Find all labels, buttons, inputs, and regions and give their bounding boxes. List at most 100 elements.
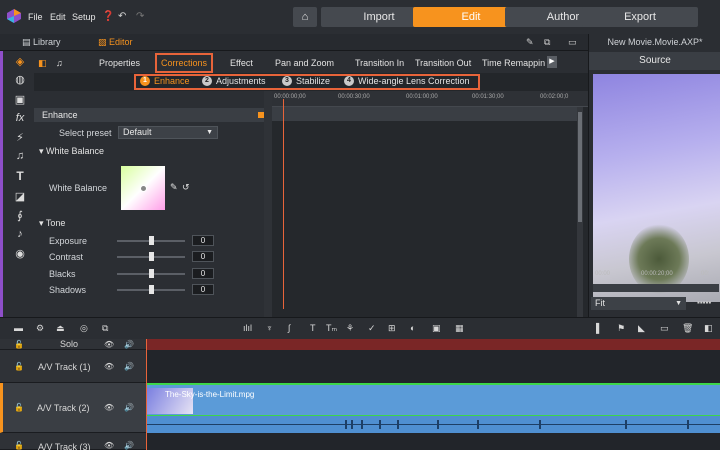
audio-icon[interactable]: ♫ (13, 150, 27, 162)
voiceover-icon[interactable]: ✓ (368, 323, 376, 334)
reset-icon[interactable]: ↺ (182, 182, 190, 193)
arrange-icon[interactable]: ⏏ (56, 323, 65, 334)
shadows-slider[interactable] (117, 285, 185, 294)
menu-edit[interactable]: Edit (50, 12, 66, 22)
speaker-icon[interactable]: 🔊 (124, 403, 134, 412)
pin-icon[interactable]: ✎ (526, 37, 534, 48)
knife-icon[interactable]: ◣ (638, 323, 645, 334)
montage-icon[interactable]: ▣ (13, 93, 27, 106)
editor-tab[interactable]: ▨ Editor (98, 37, 133, 48)
keyframe-playhead[interactable] (283, 99, 284, 309)
timeline-playhead[interactable] (146, 339, 147, 450)
title-icon[interactable]: T (13, 169, 27, 183)
visibility-icon[interactable]: 👁 (104, 403, 114, 412)
lock-icon[interactable]: 🔓 (14, 340, 24, 349)
video-preview[interactable] (593, 74, 720, 302)
audio-mixer-icon[interactable]: ılıl (243, 323, 252, 333)
audio-effects-icon[interactable]: ∮ (13, 209, 27, 222)
shapes-icon[interactable]: ◪ (13, 190, 27, 203)
razor-icon[interactable]: ▌ (596, 323, 602, 333)
panel-scrollbar[interactable] (264, 91, 272, 317)
title-icon[interactable]: T (310, 323, 316, 333)
menu-setup[interactable]: Setup (72, 12, 96, 22)
media-icon[interactable]: ◈ (13, 55, 27, 68)
visibility-icon[interactable]: 👁 (104, 340, 114, 349)
subtab-stabilize[interactable]: 3 Stabilize (282, 76, 330, 86)
delete-icon[interactable]: 🗑 (682, 323, 693, 334)
grid-icon[interactable]: ⊞ (388, 323, 396, 334)
track-layout-icon[interactable]: ▬ (14, 323, 23, 333)
home-button[interactable]: ⌂ (293, 7, 317, 27)
subtab-adjustments[interactable]: 2 Adjustments (202, 76, 266, 86)
scroll-thumb[interactable] (578, 112, 582, 222)
clip-video-icon[interactable]: ◧ (38, 58, 47, 69)
exposure-slider[interactable] (117, 236, 185, 245)
snap-icon[interactable]: ◎ (80, 323, 88, 334)
blacks-slider[interactable] (117, 269, 185, 278)
tab-properties[interactable]: Properties (99, 58, 140, 68)
tab-transition-out[interactable]: Transition Out (415, 58, 471, 68)
undo-icon[interactable]: ↶ (118, 11, 126, 22)
music-icon[interactable]: ♪ (13, 228, 27, 240)
tab-time-remapping[interactable]: Time Remappin (482, 58, 545, 68)
tab-transition-in[interactable]: Transition In (355, 58, 404, 68)
flag-icon[interactable]: ⚑ (617, 323, 625, 334)
sound-icon[interactable]: ◉ (13, 247, 27, 260)
visibility-icon[interactable]: 👁 (104, 441, 114, 450)
preset-select[interactable]: Default ▼ (118, 126, 218, 139)
library-tab[interactable]: ▤ Library (22, 37, 61, 48)
transitions-icon[interactable]: ⚡ (13, 131, 27, 144)
keyframe-scrollbar[interactable] (577, 107, 583, 317)
lock-icon[interactable]: 🔓 (14, 403, 24, 412)
white-balance-section[interactable]: ▾ White Balance (39, 146, 104, 157)
exposure-slider-knob[interactable] (149, 236, 154, 245)
tab-pan-and-zoom[interactable]: Pan and Zoom (275, 58, 334, 68)
white-balance-picker[interactable] (121, 166, 165, 210)
tab-corrections[interactable]: Corrections (155, 53, 214, 73)
ripple-icon[interactable]: ▭ (660, 323, 669, 334)
tone-section[interactable]: ▾ Tone (39, 218, 65, 229)
solo-track-bar[interactable] (146, 339, 720, 350)
title-motion-icon[interactable]: Tₘ (326, 323, 337, 334)
scrubber-bar[interactable] (593, 284, 719, 292)
effects-icon[interactable]: fx (13, 112, 27, 124)
menu-file[interactable]: File (28, 12, 43, 22)
blacks-slider-knob[interactable] (149, 269, 154, 278)
projects-icon[interactable]: ◍ (13, 73, 27, 86)
subtab-wide-angle[interactable]: 4 Wide-angle Lens Correction (344, 76, 470, 86)
clip-audio-icon[interactable]: ♫ (56, 58, 63, 68)
lock-icon[interactable]: 🔓 (14, 441, 24, 450)
volume-dots-icon[interactable]: ▪▪▪▪▪ (697, 298, 711, 307)
keyframe-ruler[interactable]: 00:00:00;00 00:00:30;00 00:01:00;00 00:0… (272, 91, 588, 107)
subtab-enhance[interactable]: 1 Enhance (140, 76, 190, 86)
lock-icon[interactable]: 🔓 (14, 362, 24, 371)
speaker-icon[interactable]: 🔊 (124, 362, 134, 371)
zoom-select[interactable]: Fit ▼ (591, 297, 686, 310)
video-clip[interactable]: The-Sky-is-the-Limit.mpg (147, 383, 720, 433)
tabs-scroll-right-icon[interactable]: ▶ (547, 56, 557, 68)
eyedropper-icon[interactable]: ✎ (170, 182, 178, 193)
split-icon[interactable]: ∫ (288, 323, 290, 333)
visibility-icon[interactable]: 👁 (104, 362, 114, 371)
contrast-value[interactable]: 0 (192, 251, 214, 262)
contrast-slider[interactable] (117, 252, 185, 261)
marker-icon[interactable]: ⚘ (346, 323, 354, 334)
timeline-settings-icon[interactable]: ⚙ (36, 323, 44, 334)
color-icon[interactable]: ◐ (410, 323, 415, 333)
speaker-icon[interactable]: 🔊 (124, 340, 134, 349)
float-window-icon[interactable]: ⧉ (544, 37, 550, 48)
speaker-icon[interactable]: 🔊 (124, 441, 134, 450)
blacks-value[interactable]: 0 (192, 268, 214, 279)
source-tab[interactable]: Source (589, 52, 720, 70)
exposure-value[interactable]: 0 (192, 235, 214, 246)
audio-waveform[interactable] (147, 415, 720, 433)
export-tab[interactable]: Export (582, 7, 698, 27)
redo-icon[interactable]: ↷ (136, 11, 144, 22)
shadows-value[interactable]: 0 (192, 284, 214, 295)
image-icon[interactable]: ▦ (455, 323, 464, 334)
record-icon[interactable]: ◧ (704, 323, 713, 334)
contrast-slider-knob[interactable] (149, 252, 154, 261)
track-2-header[interactable]: 🔓 A/V Track (2) 👁 🔊 (0, 383, 146, 433)
crop-icon[interactable]: ▣ (432, 323, 441, 334)
help-icon[interactable]: ❓ (102, 11, 114, 22)
